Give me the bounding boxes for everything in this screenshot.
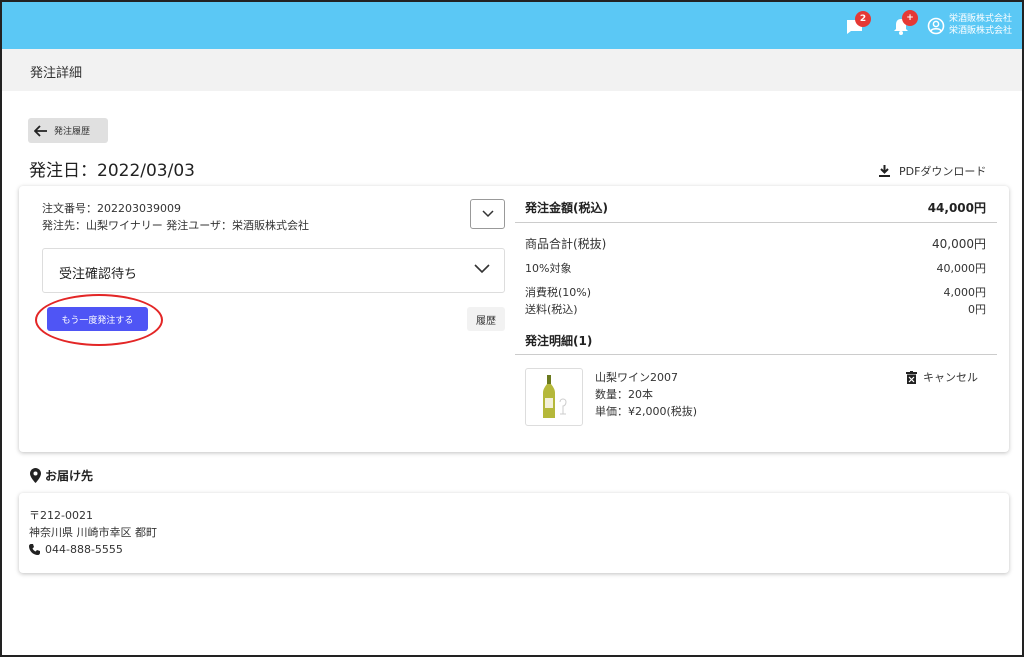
- delivery-heading: お届け先: [30, 467, 93, 484]
- order-detail-card: 注文番号：202203039009 発注先：山梨ワイナリー 発注ユーザ：栄酒販株…: [19, 186, 1009, 452]
- reorder-button[interactable]: もう一度発注する: [47, 307, 148, 331]
- company-name-line1: 栄酒販株式会社: [949, 14, 1013, 24]
- tax-value: 4,000円: [943, 286, 987, 299]
- status-dropdown[interactable]: 受注確認待ち: [42, 248, 505, 293]
- product-unit-price: 単価：¥2,000(税抜): [595, 405, 698, 418]
- download-icon: [879, 165, 890, 177]
- company-name[interactable]: 栄酒販株式会社 栄酒販株式会社: [949, 13, 1012, 37]
- page-title: 発注詳細: [30, 66, 83, 81]
- shipping-label: 送料(税込): [525, 303, 578, 316]
- phone-number: 044-888-5555: [45, 543, 123, 556]
- back-to-history-button[interactable]: 発注履歴: [28, 118, 108, 143]
- trash-icon: [906, 370, 917, 384]
- notifications-button[interactable]: +: [893, 10, 918, 39]
- subtotal-value: 40,000円: [932, 237, 986, 251]
- tax-row: 消費税(10%) 4,000円: [525, 284, 986, 300]
- pdf-download-link[interactable]: PDFダウンロード: [878, 163, 986, 179]
- phone-row: 044-888-5555: [29, 541, 157, 558]
- delivery-address-card: 〒212-0021 神奈川県 川崎市幸区 都町 044-888-5555: [19, 493, 1009, 573]
- total-label: 発注金額(税込): [525, 201, 608, 215]
- status-value: 受注確認待ち: [59, 267, 138, 282]
- chevron-down-icon: [481, 210, 494, 218]
- product-quantity: 数量：20本: [595, 388, 653, 401]
- product-thumbnail[interactable]: [525, 368, 583, 426]
- order-date: 発注日：2022/03/03: [29, 161, 195, 181]
- expand-button[interactable]: [470, 199, 505, 229]
- history-button[interactable]: 履歴: [467, 307, 505, 331]
- shipping-row: 送料(税込) 0円: [525, 301, 986, 317]
- messages-button[interactable]: 2: [846, 11, 871, 39]
- location-pin-icon: [30, 468, 41, 483]
- page-header: 発注詳細: [2, 49, 1022, 91]
- postal-code: 〒212-0021: [29, 509, 93, 522]
- order-summary-section: 発注金額(税込) 44,000円 商品合計(税抜) 40,000円 10%対象 …: [515, 186, 999, 452]
- top-bar: 2 + 栄酒販株式会社 栄酒販株式会社: [2, 2, 1022, 49]
- order-number: 注文番号：202203039009: [42, 202, 181, 215]
- account-circle-icon: [927, 17, 945, 35]
- taxable-row: 10%対象 40,000円: [525, 260, 986, 276]
- total-value: 44,000円: [927, 201, 986, 215]
- chevron-down-icon: [474, 264, 490, 274]
- delivery-address: 〒212-0021 神奈川県 川崎市幸区 都町 044-888-5555: [29, 507, 157, 558]
- product-name: 山梨ワイン2007: [595, 371, 678, 384]
- subtotal-row: 商品合計(税抜) 40,000円: [525, 235, 986, 252]
- address-line: 神奈川県 川崎市幸区 都町: [29, 526, 157, 539]
- company-name-line2: 栄酒販株式会社: [949, 26, 1013, 36]
- wine-bottle-icon: [543, 375, 567, 418]
- notifications-badge: +: [902, 10, 918, 26]
- cancel-label: キャンセル: [923, 371, 978, 384]
- taxable-label: 10%対象: [525, 262, 572, 275]
- tax-label: 消費税(10%): [525, 286, 592, 299]
- divider: [515, 222, 997, 223]
- cancel-item-button[interactable]: キャンセル: [906, 369, 978, 385]
- order-supplier: 発注先：山梨ワイナリー 発注ユーザ：栄酒販株式会社: [42, 219, 310, 232]
- order-info-section: 注文番号：202203039009 発注先：山梨ワイナリー 発注ユーザ：栄酒販株…: [19, 186, 514, 452]
- delivery-title: お届け先: [45, 469, 94, 483]
- messages-badge: 2: [855, 11, 871, 27]
- shipping-value: 0円: [968, 303, 986, 316]
- taxable-value: 40,000円: [936, 262, 987, 275]
- arrow-left-icon: [34, 124, 47, 137]
- total-row: 発注金額(税込) 44,000円: [525, 199, 986, 216]
- phone-icon: [29, 544, 40, 555]
- pdf-download-label: PDFダウンロード: [899, 165, 987, 178]
- order-lines-title: 発注明細(1): [525, 334, 593, 348]
- divider: [515, 354, 997, 355]
- order-meta: 注文番号：202203039009 発注先：山梨ワイナリー 発注ユーザ：栄酒販株…: [42, 200, 309, 234]
- order-line-info: 山梨ワイン2007 数量：20本 単価：¥2,000(税抜): [595, 369, 697, 420]
- back-button-label: 発注履歴: [54, 127, 91, 137]
- account-button[interactable]: [927, 17, 945, 39]
- subtotal-label: 商品合計(税抜): [525, 237, 607, 251]
